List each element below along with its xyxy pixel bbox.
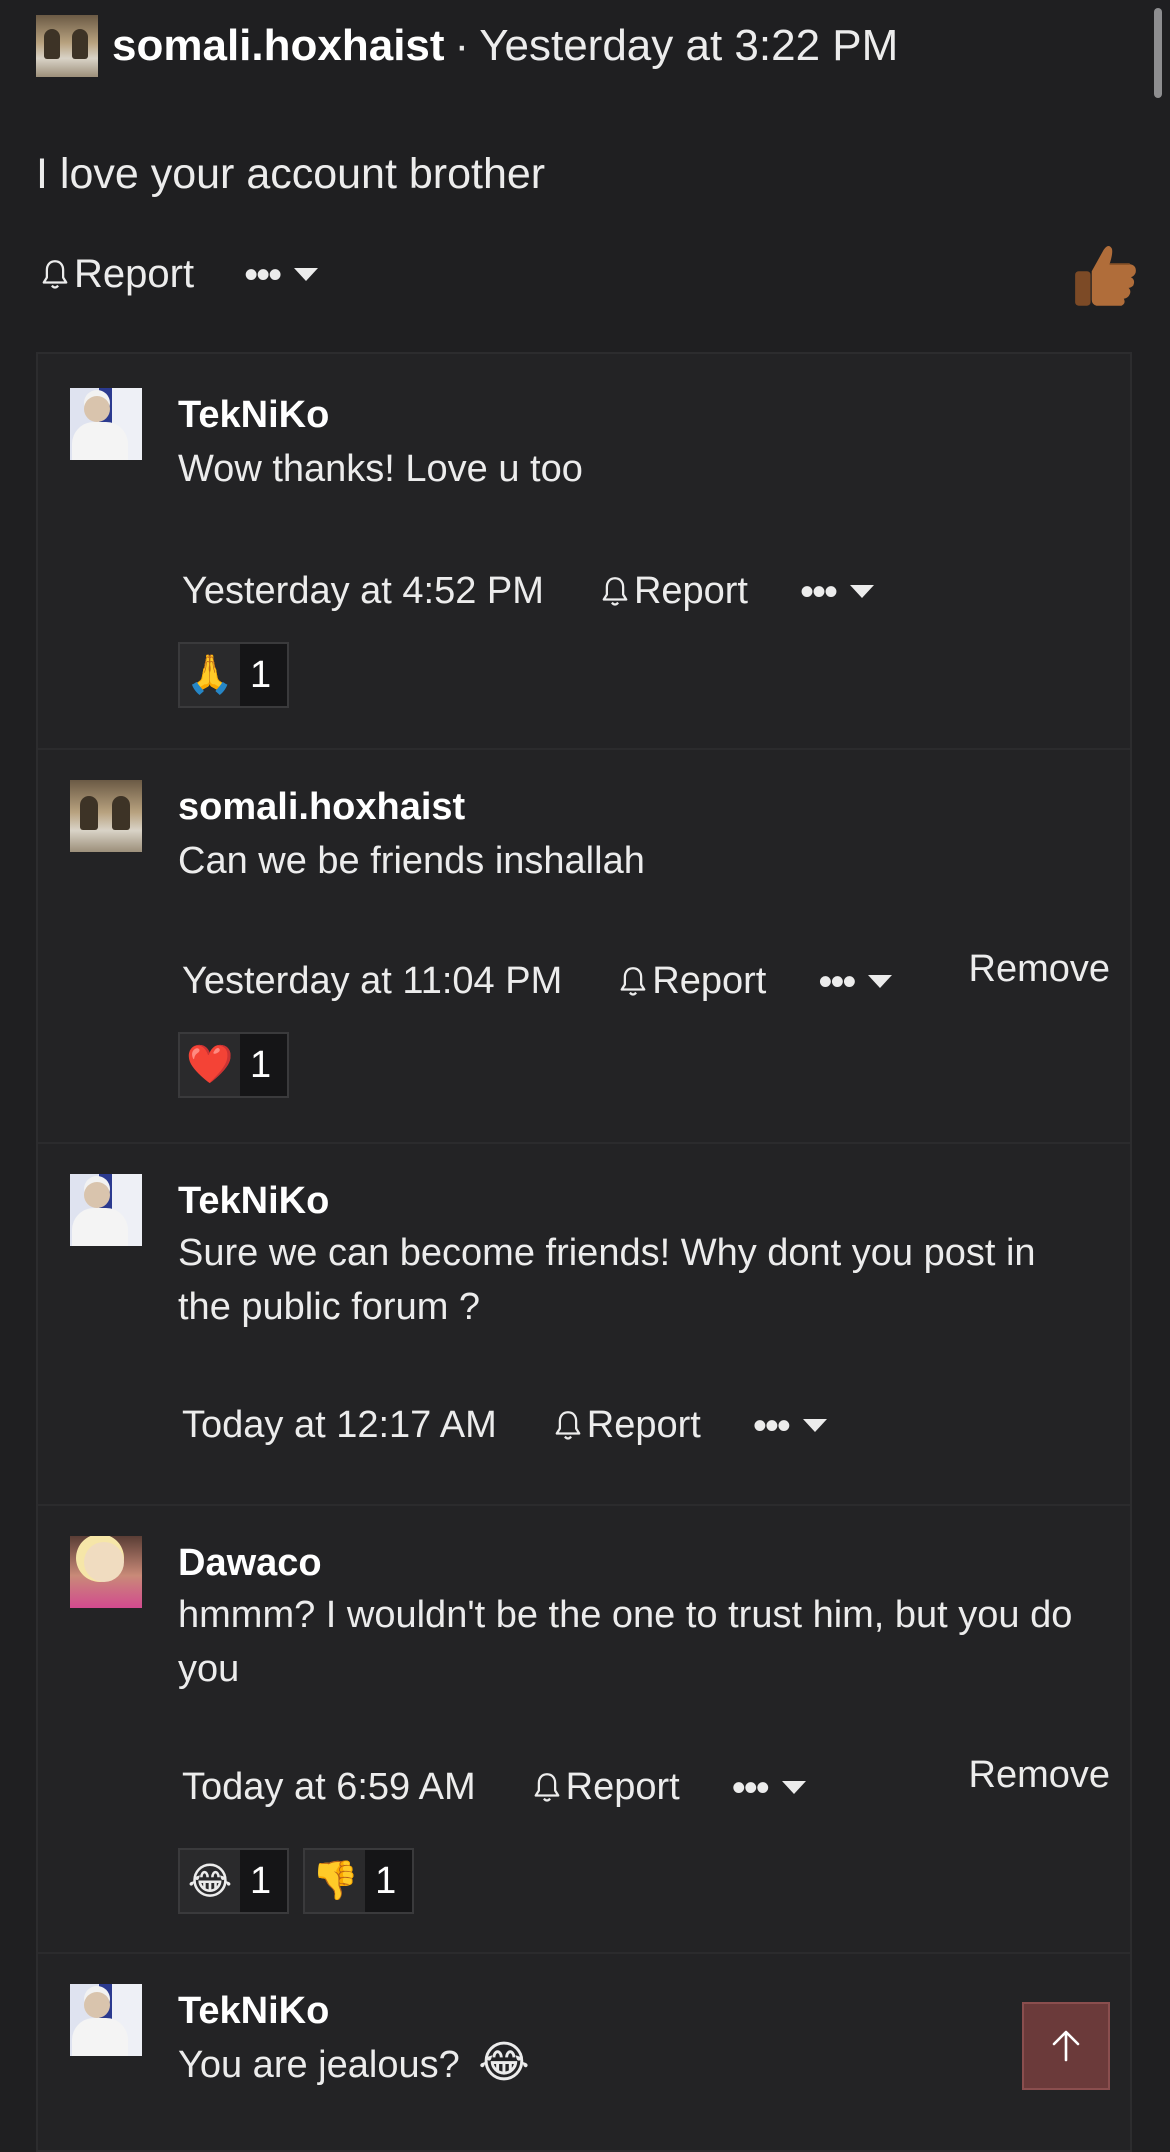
separator: · <box>454 21 470 70</box>
avatar[interactable] <box>70 1174 142 1246</box>
post-body: I love your account brother <box>36 150 546 198</box>
reaction-list: 🙏 1 <box>178 642 303 708</box>
comment-thread: TekNiKo Wow thanks! Love u too Yesterday… <box>36 352 1132 2152</box>
thumbs-down-icon: 👎 <box>305 1850 366 1912</box>
reaction-laugh[interactable]: 😂 1 <box>178 1848 290 1914</box>
page-scrollbar[interactable] <box>1154 8 1162 98</box>
avatar[interactable] <box>70 1984 142 2056</box>
report-label: Report <box>586 1404 701 1446</box>
chevron-down-icon <box>802 1419 827 1432</box>
avatar[interactable] <box>70 388 142 460</box>
reaction-count: 1 <box>250 1043 272 1086</box>
report-button[interactable]: Report <box>532 1766 680 1809</box>
more-options-button[interactable]: ••• <box>753 1406 827 1446</box>
bell-icon <box>534 1772 560 1802</box>
chevron-down-icon <box>868 975 893 988</box>
comment-timestamp[interactable]: Today at 12:17 AM <box>182 1404 497 1447</box>
comment-text: You are jealous? 😂 <box>178 2036 1078 2092</box>
laughing-icon: 😂 <box>180 1850 240 1912</box>
chevron-down-icon <box>781 1781 806 1794</box>
report-button[interactable]: Report <box>618 960 766 1003</box>
comment-author[interactable]: TekNiKo <box>178 1990 329 2033</box>
comment-text: Can we be friends inshallah <box>178 840 645 882</box>
comment-meta: Today at 12:17 AM Report ••• <box>182 1404 827 1447</box>
chevron-down-icon <box>294 268 319 281</box>
arrow-up-icon <box>1052 2030 1080 2062</box>
reaction-count: 1 <box>250 1859 272 1902</box>
comment-item: TekNiKo Sure we can become friends! Why … <box>38 1142 1130 1506</box>
comment-author[interactable]: Dawaco <box>178 1542 322 1585</box>
comment-item: TekNiKo Wow thanks! Love u too Yesterday… <box>38 354 1130 750</box>
avatar[interactable] <box>70 780 142 852</box>
post-username[interactable]: somali.hoxhaist <box>112 21 445 71</box>
more-options-button[interactable]: ••• <box>244 252 319 297</box>
comment-text: hmmm? I wouldn't be the one to trust him… <box>178 1594 1073 1690</box>
reaction-count: 1 <box>375 1859 397 1902</box>
avatar[interactable] <box>70 1536 142 1608</box>
report-button[interactable]: Report <box>553 1404 701 1447</box>
reaction-count: 1 <box>250 653 272 696</box>
post-timestamp[interactable]: Yesterday at 3:22 PM <box>479 21 898 71</box>
page: somali.hoxhaist · Yesterday at 3:22 PM I… <box>0 0 1170 2152</box>
remove-button[interactable]: Remove <box>969 1754 1111 1797</box>
more-dots: ••• <box>731 1765 770 1810</box>
remove-button[interactable]: Remove <box>969 948 1111 991</box>
reaction-pray[interactable]: 🙏 1 <box>178 642 290 708</box>
chevron-down-icon <box>850 585 875 598</box>
laughing-icon: 😂 <box>478 2038 530 2087</box>
thumbs-up-icon[interactable] <box>1068 238 1144 314</box>
comment-item: somali.hoxhaist Can we be friends inshal… <box>38 748 1130 1144</box>
more-dots: ••• <box>800 569 838 614</box>
comment-text-content: You are jealous? <box>178 2044 460 2086</box>
report-button[interactable]: Report <box>600 570 748 613</box>
avatar[interactable] <box>36 15 98 77</box>
comment-author[interactable]: TekNiKo <box>178 394 329 437</box>
report-button[interactable]: Report <box>40 252 194 297</box>
comment-text: Sure we can become friends! Why dont you… <box>178 1232 1036 1328</box>
pray-icon: 🙏 <box>180 644 240 706</box>
comment-meta: Today at 6:59 AM Report ••• <box>182 1766 806 1809</box>
comment-author[interactable]: somali.hoxhaist <box>178 786 465 829</box>
reaction-dislike[interactable]: 👎 1 <box>303 1848 415 1914</box>
post-actions: Report ••• <box>40 252 319 297</box>
report-label: Report <box>565 1766 680 1808</box>
bell-icon <box>602 576 628 606</box>
heart-icon: ❤️ <box>180 1034 240 1096</box>
reaction-list: ❤️ 1 <box>178 1032 303 1098</box>
comment-text: Wow thanks! Love u too <box>178 448 583 490</box>
comment-timestamp[interactable]: Today at 6:59 AM <box>182 1766 476 1809</box>
more-dots: ••• <box>818 959 856 1004</box>
more-options-button[interactable]: ••• <box>818 959 893 1004</box>
comment-item: Dawaco hmmm? I wouldn't be the one to tr… <box>38 1504 1130 1954</box>
comment-meta: Yesterday at 4:52 PM Report ••• <box>182 569 875 614</box>
more-options-button[interactable]: ••• <box>732 1768 806 1808</box>
more-options-button[interactable]: ••• <box>800 569 875 614</box>
bell-icon <box>555 1410 581 1440</box>
comment-meta: Yesterday at 11:04 PM Report ••• <box>182 959 893 1004</box>
comment-item: TekNiKo You are jealous? 😂 <box>38 1952 1130 2152</box>
comment-timestamp[interactable]: Yesterday at 4:52 PM <box>182 570 544 613</box>
bell-icon <box>42 259 68 289</box>
report-label: Report <box>74 252 195 296</box>
comment-timestamp[interactable]: Yesterday at 11:04 PM <box>182 960 562 1003</box>
post-header: somali.hoxhaist · Yesterday at 3:22 PM <box>36 14 898 78</box>
comment-author[interactable]: TekNiKo <box>178 1180 329 1223</box>
report-label: Report <box>633 570 748 612</box>
report-label: Report <box>652 960 767 1002</box>
more-dots: ••• <box>752 1403 791 1448</box>
more-dots: ••• <box>244 252 282 297</box>
reaction-list: 😂 1 👎 1 <box>178 1848 428 1914</box>
reaction-heart[interactable]: ❤️ 1 <box>178 1032 290 1098</box>
bell-icon <box>620 966 646 996</box>
scroll-to-top-button[interactable] <box>1022 2002 1110 2090</box>
